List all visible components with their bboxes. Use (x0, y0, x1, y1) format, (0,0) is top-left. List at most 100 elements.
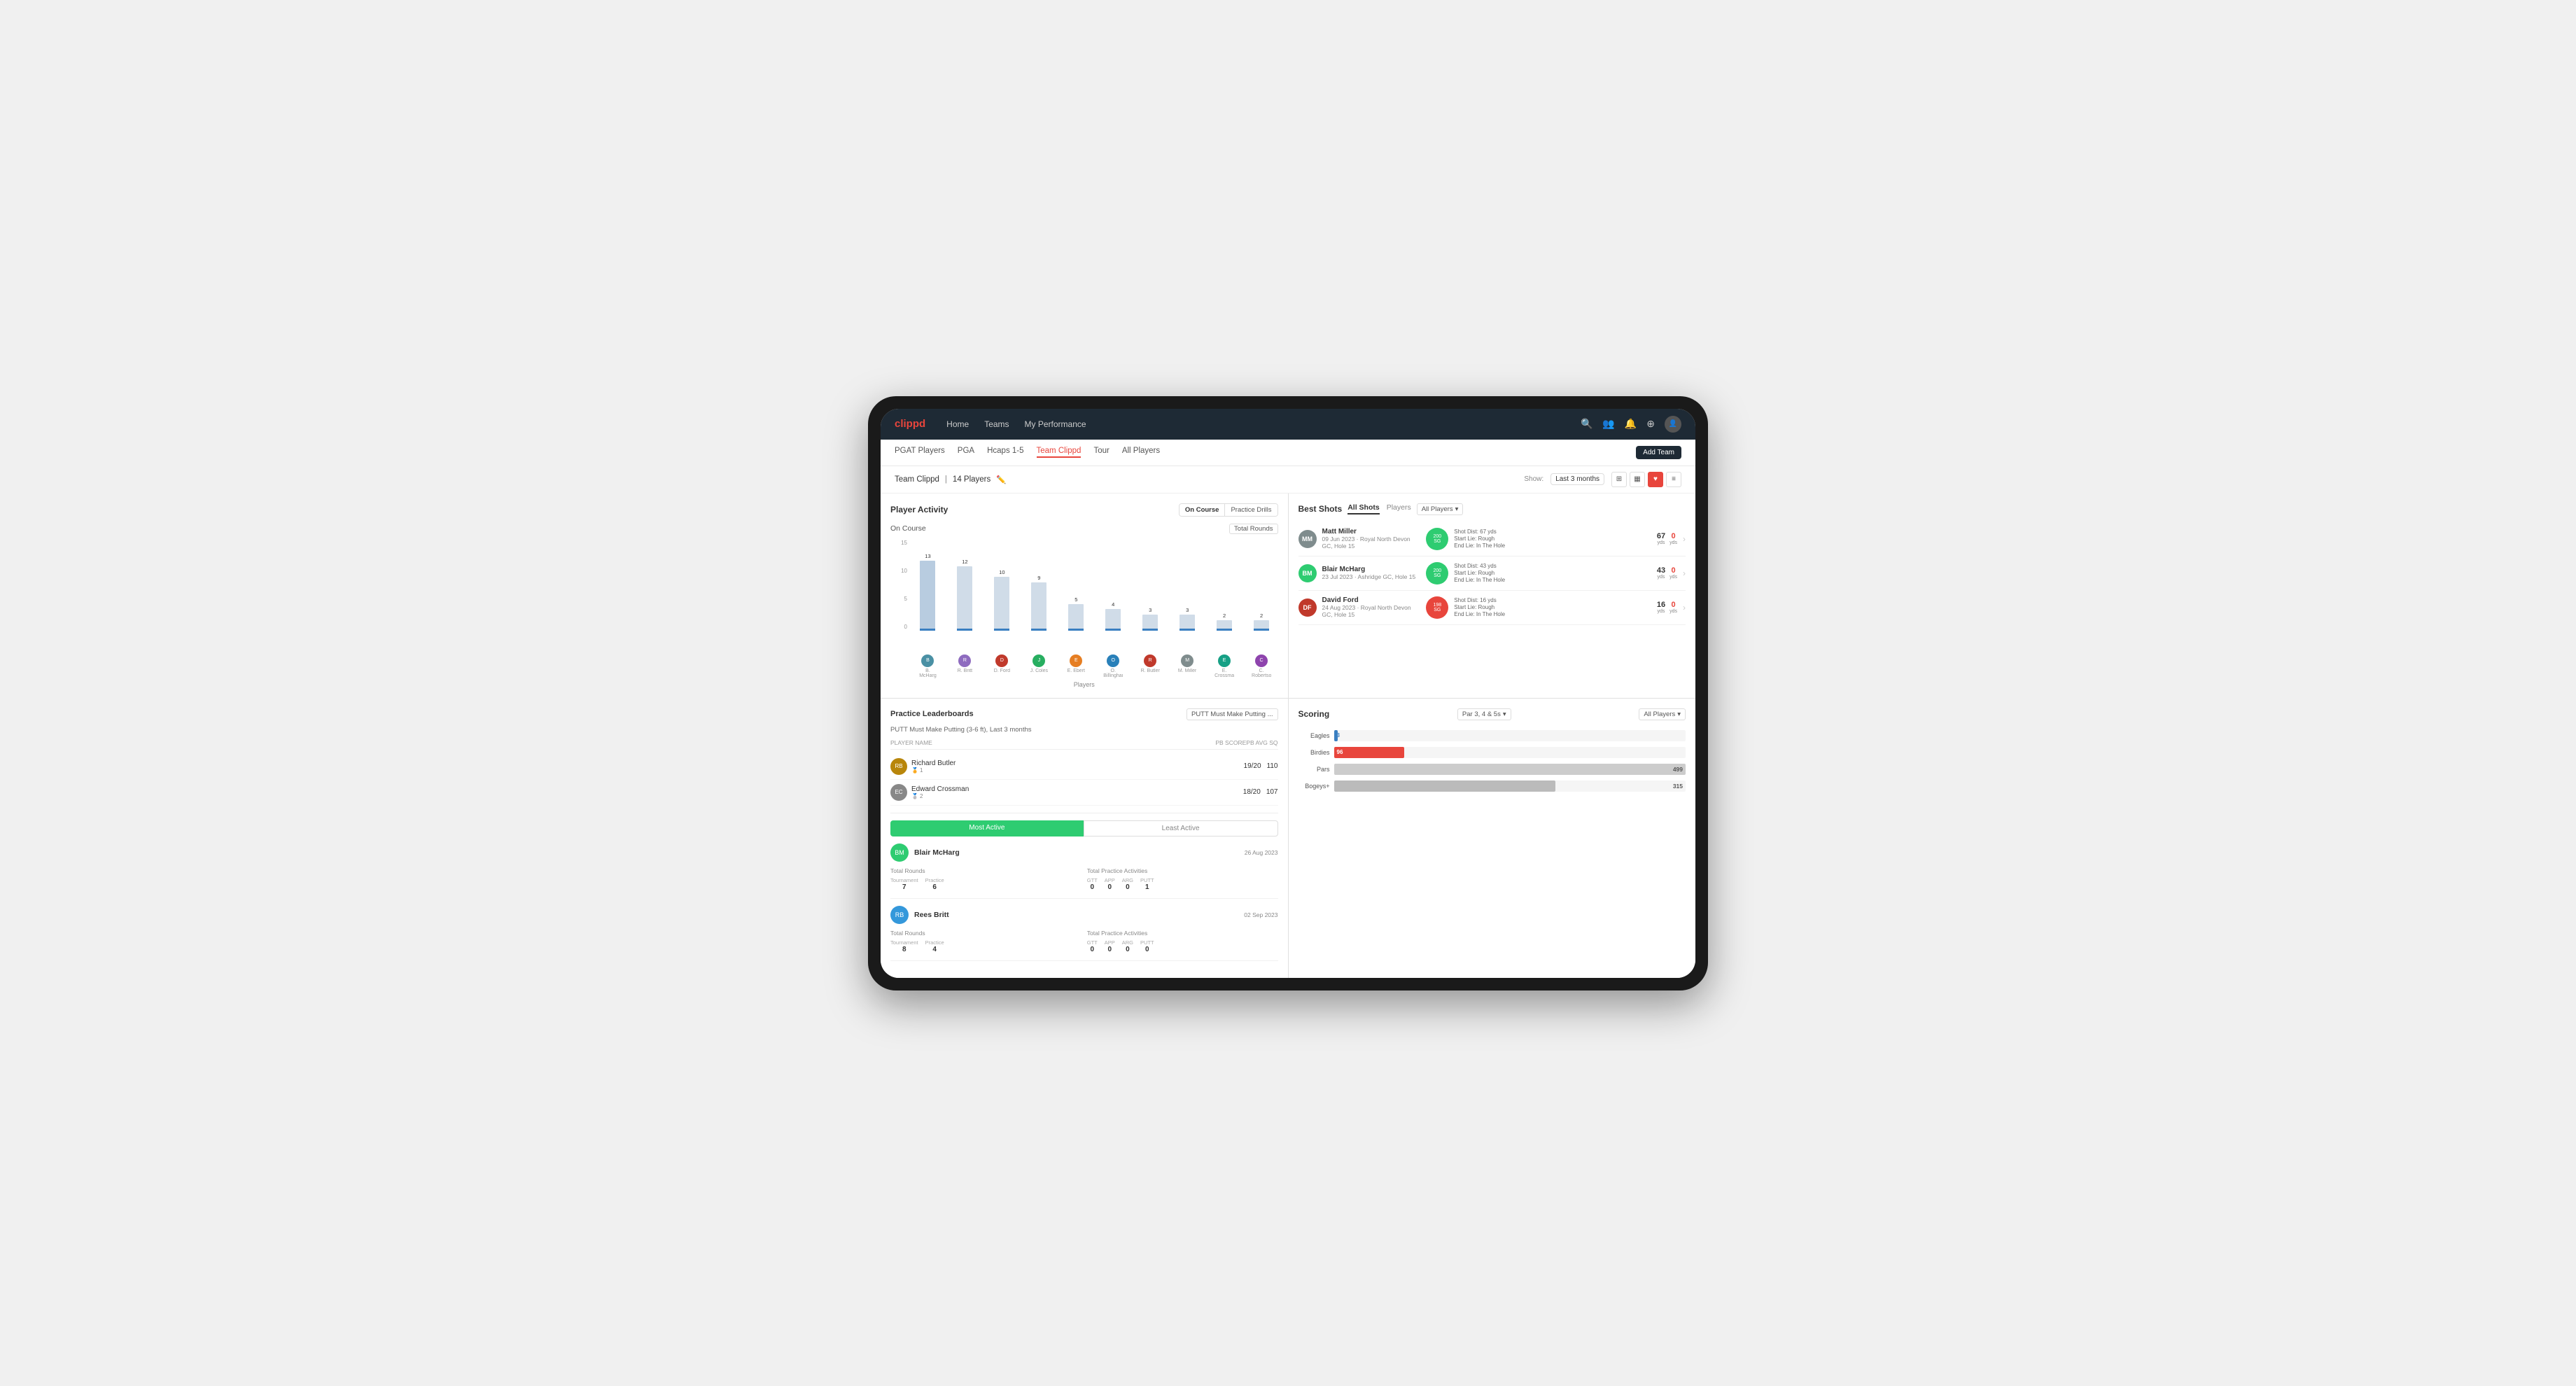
tab-players[interactable]: Players (1387, 503, 1411, 514)
active-player-header-2: RB Rees Britt 02 Sep 2023 (890, 906, 1278, 924)
nav-link-home[interactable]: Home (946, 419, 969, 429)
shot-metrics-3: 16 yds 0 yds (1657, 601, 1677, 614)
chevron-right-1: › (1683, 534, 1686, 544)
player-cell-1: RB Richard Butler 🏅1 (890, 758, 1238, 775)
bar-group-eebert[interactable]: 5 (1060, 540, 1093, 631)
leaderboard-row-1[interactable]: RB Richard Butler 🏅1 19/20 110 (890, 754, 1278, 780)
bar-group-ecrossman[interactable]: 2 (1208, 540, 1241, 631)
shot-avatar-1: MM (1298, 530, 1317, 548)
bar-group-bmcharg[interactable]: 13 (911, 540, 944, 631)
add-icon[interactable]: ⊕ (1646, 418, 1655, 430)
scoring-header: Scoring Par 3, 4 & 5s ▾ All Players ▾ (1298, 708, 1686, 720)
toggle-on-course[interactable]: On Course (1180, 504, 1226, 516)
scoring-label-bogeys: Bogeys+ (1298, 783, 1330, 790)
active-tabs: Most Active Least Active (890, 820, 1278, 836)
tab-pgat-players[interactable]: PGAT Players (895, 447, 945, 458)
nav-bar: clippd Home Teams My Performance 🔍 👥 🔔 ⊕… (881, 409, 1695, 440)
view-list-button[interactable]: ≡ (1666, 472, 1681, 487)
scoring-panel: Scoring Par 3, 4 & 5s ▾ All Players ▾ Ea… (1289, 699, 1696, 978)
x-axis-row: B B. McHarg R R. Britt D D. Ford J (890, 652, 1278, 678)
bar-group-mmiller[interactable]: 3 (1171, 540, 1204, 631)
scoring-filter2[interactable]: All Players ▾ (1639, 708, 1686, 720)
activity-panel: Player Activity On Course Practice Drill… (881, 493, 1288, 698)
nav-logo: clippd (895, 418, 925, 430)
best-shots-tabs: All Shots Players (1348, 503, 1411, 514)
team-name: Team Clippd (895, 475, 939, 484)
tab-pga[interactable]: PGA (958, 447, 974, 458)
scoring-filter1[interactable]: Par 3, 4 & 5s ▾ (1457, 708, 1511, 720)
sub-nav: PGAT Players PGA Hcaps 1-5 Team Clippd T… (881, 440, 1695, 466)
practice-filter-dropdown[interactable]: PUTT Must Make Putting ... (1186, 708, 1278, 720)
col-pb-score: PB SCORE (1215, 739, 1246, 746)
x-item-3: D D. Ford (986, 652, 1018, 678)
shot-badge-1: 200 SG (1426, 528, 1448, 550)
best-shots-title: Best Shots (1298, 504, 1343, 514)
x-item-9: E E. Crossman (1208, 652, 1241, 678)
best-shots-filter[interactable]: All Players ▾ (1417, 503, 1464, 515)
leaderboard-row-2[interactable]: EC Edward Crossman 🥈2 18/20 107 (890, 780, 1278, 806)
scoring-bar-birdies: 96 (1334, 747, 1686, 758)
bar-group-rbritt[interactable]: 12 (948, 540, 981, 631)
leaderboard-cols: PLAYER NAME PB SCORE PB AVG SQ (890, 739, 1278, 750)
edit-icon[interactable]: ✏️ (996, 475, 1006, 484)
active-stats-2: Total Rounds Tournament 8 Practice (890, 930, 1278, 953)
player-cell-2: EC Edward Crossman 🥈2 (890, 784, 1238, 801)
scoring-row-bogeys: Bogeys+ 315 (1298, 780, 1686, 792)
activity-toggle-group: On Course Practice Drills (1179, 503, 1278, 517)
bar-group-obillingham[interactable]: 4 (1097, 540, 1130, 631)
x-item-8: M M. Miller (1171, 652, 1204, 678)
bar-group-jcoles[interactable]: 9 (1023, 540, 1056, 631)
search-icon[interactable]: 🔍 (1581, 418, 1592, 430)
player-count: 14 Players (953, 475, 990, 484)
active-date-2: 02 Sep 2023 (1244, 911, 1278, 918)
shot-avatar-2: BM (1298, 564, 1317, 582)
bar-group-rbutler[interactable]: 3 (1134, 540, 1167, 631)
player-name-2: Edward Crossman (911, 785, 969, 793)
col-pb-avg: PB AVG SQ (1246, 739, 1278, 746)
nav-link-teams[interactable]: Teams (984, 419, 1009, 429)
tab-most-active[interactable]: Most Active (890, 820, 1084, 836)
tab-all-shots[interactable]: All Shots (1348, 503, 1380, 514)
view-icons: ⊞ ▦ ♥ ≡ (1611, 472, 1681, 487)
tab-least-active[interactable]: Least Active (1084, 820, 1278, 836)
show-select[interactable]: Last 3 months (1550, 473, 1604, 485)
tab-team-clippd[interactable]: Team Clippd (1037, 447, 1082, 458)
best-shots-header: Best Shots All Shots Players All Players… (1298, 503, 1686, 515)
player-avatar-1: RB (890, 758, 907, 775)
users-icon[interactable]: 👥 (1602, 418, 1614, 430)
bar-group-dford[interactable]: 10 (986, 540, 1018, 631)
leaderboard-subtitle: PUTT Must Make Putting (3-6 ft), Last 3 … (890, 726, 1278, 734)
scoring-label-pars: Pars (1298, 766, 1330, 773)
toggle-practice-drills[interactable]: Practice Drills (1225, 504, 1277, 516)
add-team-button[interactable]: Add Team (1636, 446, 1681, 459)
team-title: Team Clippd | 14 Players ✏️ (895, 475, 1007, 484)
shot-badge-2: 200 SG (1426, 562, 1448, 584)
tab-tour[interactable]: Tour (1093, 447, 1109, 458)
shot-card-david-ford[interactable]: DF David Ford 24 Aug 2023 · Royal North … (1298, 591, 1686, 625)
view-heart-button[interactable]: ♥ (1648, 472, 1663, 487)
team-header-right: Show: Last 3 months ⊞ ▦ ♥ ≡ (1524, 472, 1681, 487)
chart-filter-dropdown[interactable]: Total Rounds (1229, 524, 1278, 534)
player-avg-1: 110 (1267, 762, 1278, 770)
active-avatar-1: BM (890, 844, 909, 862)
page-wrapper: clippd Home Teams My Performance 🔍 👥 🔔 ⊕… (868, 396, 1708, 990)
user-avatar[interactable]: 👤 (1665, 416, 1681, 433)
shot-card-matt-miller[interactable]: MM Matt Miller 09 Jun 2023 · Royal North… (1298, 522, 1686, 556)
bar-group-crobertson[interactable]: 2 (1245, 540, 1278, 631)
main-content: Player Activity On Course Practice Drill… (881, 493, 1695, 978)
tab-all-players[interactable]: All Players (1122, 447, 1160, 458)
bell-icon[interactable]: 🔔 (1625, 418, 1637, 430)
shot-details-1: Shot Dist: 67 yds Start Lie: Rough End L… (1454, 528, 1651, 550)
x-item-10: C C. Robertson (1245, 652, 1278, 678)
chart-subheader: On Course Total Rounds (890, 524, 1278, 534)
tab-hcaps[interactable]: Hcaps 1-5 (987, 447, 1023, 458)
activity-panel-header: Player Activity On Course Practice Drill… (890, 503, 1278, 517)
shot-card-blair-mcharg[interactable]: BM Blair McHarg 23 Jul 2023 · Ashridge G… (1298, 556, 1686, 591)
view-grid-sm-button[interactable]: ⊞ (1611, 472, 1627, 487)
view-grid-button[interactable]: ▦ (1630, 472, 1645, 487)
y-axis-labels: 151050 (890, 540, 910, 631)
scoring-label-eagles: Eagles (1298, 732, 1330, 739)
player-rank-2: 🥈2 (911, 793, 969, 799)
active-stats-1: Total Rounds Tournament 7 Practice (890, 867, 1278, 891)
nav-link-myperformance[interactable]: My Performance (1025, 419, 1086, 429)
